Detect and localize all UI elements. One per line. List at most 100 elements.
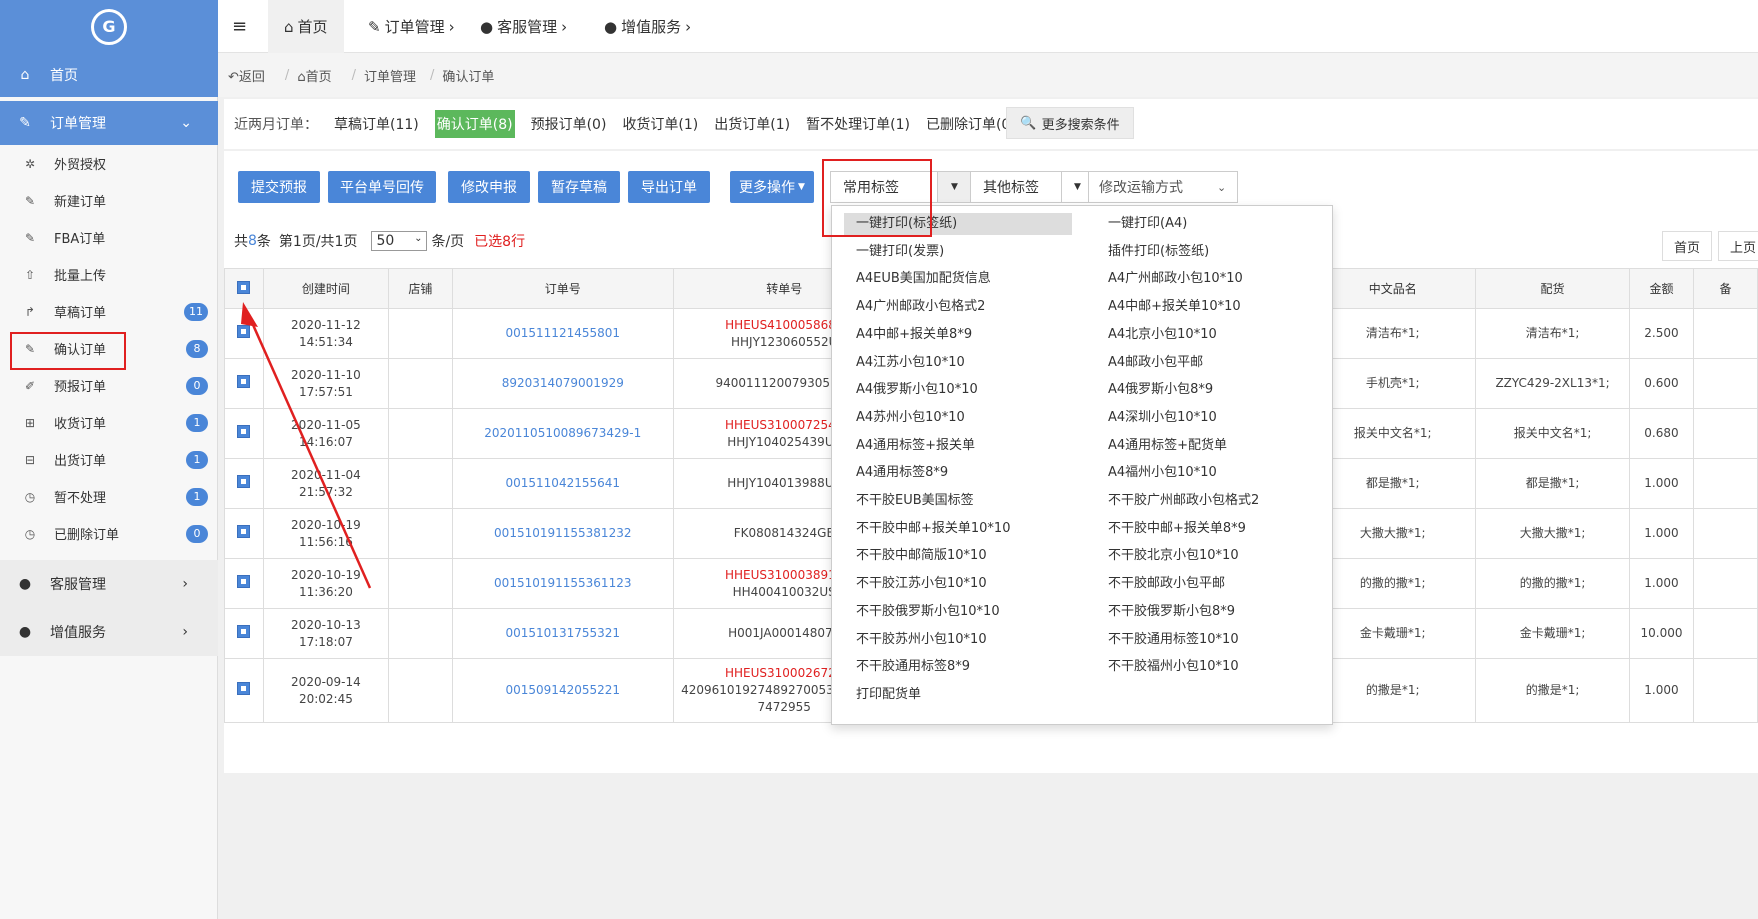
- sidebar-subitem[interactable]: ↱ 草稿订单 11: [0, 293, 218, 330]
- label-menu-item[interactable]: 不干胶广州邮政小包格式2: [1098, 490, 1318, 512]
- label-menu-item[interactable]: A4中邮+报关单8*9: [844, 324, 1064, 346]
- top-tab-orders[interactable]: ✎ 订单管理 ›: [368, 0, 455, 53]
- label-menu-item[interactable]: 不干胶江苏小包10*10: [844, 573, 1064, 595]
- label-menu-item[interactable]: 不干胶苏州小包10*10: [844, 629, 1064, 651]
- label-menu-item[interactable]: A4江苏小包10*10: [844, 352, 1064, 374]
- row-checkbox[interactable]: [237, 324, 251, 338]
- crumb-orders[interactable]: 订单管理: [364, 66, 416, 85]
- filter-shipped[interactable]: 出货订单(1): [714, 114, 790, 134]
- checkbox-cell[interactable]: [224, 458, 264, 509]
- checkbox-cell[interactable]: [224, 558, 264, 609]
- top-tab-home[interactable]: ⌂ 首页: [268, 0, 344, 53]
- filter-received[interactable]: 收货订单(1): [622, 114, 698, 134]
- select-all-checkbox[interactable]: [237, 280, 251, 294]
- row-checkbox[interactable]: [237, 374, 251, 388]
- row-checkbox[interactable]: [237, 624, 251, 638]
- caret-down-icon[interactable]: ▼: [937, 172, 971, 202]
- sidebar-subitem[interactable]: ⊟ 出货订单 1: [0, 441, 218, 478]
- sidebar-item-order-mgmt[interactable]: ✎ 订单管理 ⌄: [0, 101, 218, 145]
- label-menu-item[interactable]: 不干胶俄罗斯小包10*10: [844, 601, 1064, 623]
- order-link[interactable]: 8920314079001929: [502, 376, 624, 390]
- row-checkbox[interactable]: [237, 524, 251, 538]
- label-menu-item[interactable]: 一键打印(发票): [844, 241, 1064, 263]
- label-menu-item[interactable]: A4广州邮政小包格式2: [844, 296, 1064, 318]
- sidebar-item-value-added[interactable]: ● 增值服务 ›: [0, 608, 218, 656]
- label-menu-item[interactable]: A4通用标签+报关单: [844, 435, 1064, 457]
- sidebar-item-home[interactable]: ⌂ 首页: [0, 53, 218, 97]
- sidebar-item-customer-service[interactable]: ● 客服管理 ›: [0, 560, 218, 608]
- label-menu-item[interactable]: A4俄罗斯小包8*9: [1098, 379, 1318, 401]
- label-menu-item[interactable]: 插件打印(标签纸): [1098, 241, 1318, 263]
- top-tab-service[interactable]: ● 客服管理 ›: [480, 0, 567, 53]
- checkbox-cell[interactable]: [224, 508, 264, 559]
- label-menu-item[interactable]: 不干胶中邮简版10*10: [844, 545, 1064, 567]
- more-actions-button[interactable]: 更多操作 ▼: [730, 171, 814, 203]
- label-menu-item[interactable]: 不干胶俄罗斯小包8*9: [1098, 601, 1318, 623]
- submit-forecast-button[interactable]: 提交预报: [238, 171, 320, 203]
- label-menu-item[interactable]: 不干胶通用标签10*10: [1098, 629, 1318, 651]
- per-page-select[interactable]: 50 ⌄: [371, 231, 428, 251]
- filter-hold[interactable]: 暂不处理订单(1): [806, 114, 910, 134]
- select-all-cell[interactable]: [224, 268, 264, 309]
- row-checkbox[interactable]: [237, 424, 251, 438]
- label-menu-item[interactable]: 不干胶EUB美国标签: [844, 490, 1064, 512]
- export-orders-button[interactable]: 导出订单: [628, 171, 710, 203]
- sidebar-subitem[interactable]: ✎ 新建订单: [0, 182, 218, 219]
- order-link[interactable]: 2020110510089673429-1: [484, 426, 641, 440]
- checkbox-cell[interactable]: [224, 408, 264, 459]
- label-menu-item[interactable]: A4通用标签8*9: [844, 462, 1064, 484]
- sidebar-subitem[interactable]: ✎ FBA订单: [0, 219, 218, 256]
- menu-toggle-icon[interactable]: ≡: [232, 0, 247, 53]
- order-link[interactable]: 001511121455801: [506, 326, 621, 340]
- label-menu-item[interactable]: 不干胶北京小包10*10: [1098, 545, 1318, 567]
- filter-draft[interactable]: 草稿订单(11): [334, 114, 419, 134]
- crumb-home[interactable]: ⌂首页: [297, 66, 337, 85]
- filter-forecast[interactable]: 预报订单(0): [531, 114, 607, 134]
- first-page-button[interactable]: 首页: [1662, 231, 1712, 261]
- label-menu-item[interactable]: A4俄罗斯小包10*10: [844, 379, 1064, 401]
- other-label-dropdown[interactable]: 其他标签 ▼: [970, 171, 1094, 203]
- more-search-button[interactable]: 🔍 更多搜索条件: [1006, 107, 1134, 139]
- logo-icon[interactable]: G: [91, 8, 127, 45]
- label-menu-item[interactable]: 不干胶通用标签8*9: [844, 656, 1064, 678]
- label-menu-item[interactable]: A4北京小包10*10: [1098, 324, 1318, 346]
- order-link[interactable]: 001510131755321: [506, 626, 621, 640]
- checkbox-cell[interactable]: [224, 308, 264, 359]
- order-link[interactable]: 001510191155361123: [494, 576, 631, 590]
- sidebar-subitem[interactable]: ◷ 暂不处理 1: [0, 478, 218, 515]
- platform-return-button[interactable]: 平台单号回传: [328, 171, 436, 203]
- label-menu-item[interactable]: A4苏州小包10*10: [844, 407, 1064, 429]
- sidebar-subitem[interactable]: ⊞ 收货订单 1: [0, 404, 218, 441]
- prev-page-button[interactable]: 上页: [1718, 231, 1758, 261]
- label-menu-item[interactable]: 打印配货单: [844, 684, 1064, 706]
- label-menu-item[interactable]: A4福州小包10*10: [1098, 462, 1318, 484]
- label-menu-item[interactable]: A4邮政小包平邮: [1098, 352, 1318, 374]
- label-menu-item[interactable]: A4通用标签+配货单: [1098, 435, 1318, 457]
- order-link[interactable]: 001511042155641: [506, 476, 621, 490]
- edit-declaration-button[interactable]: 修改申报: [448, 171, 530, 203]
- order-link[interactable]: 001510191155381232: [494, 526, 631, 540]
- label-menu-item[interactable]: 不干胶邮政小包平邮: [1098, 573, 1318, 595]
- sidebar-subitem[interactable]: ✐ 预报订单 0: [0, 367, 218, 404]
- label-menu-item[interactable]: 不干胶中邮+报关单8*9: [1098, 518, 1318, 540]
- checkbox-cell[interactable]: [224, 608, 264, 659]
- checkbox-cell[interactable]: [224, 658, 264, 723]
- top-tab-value[interactable]: ● 增值服务 ›: [604, 0, 691, 53]
- row-checkbox[interactable]: [237, 681, 251, 695]
- filter-confirmed[interactable]: 确认订单(8): [434, 110, 515, 138]
- save-draft-button[interactable]: 暂存草稿: [538, 171, 620, 203]
- filter-deleted[interactable]: 已删除订单(0): [926, 114, 1016, 134]
- row-checkbox[interactable]: [237, 574, 251, 588]
- label-menu-item[interactable]: A4EUB美国加配货信息: [844, 268, 1064, 290]
- label-menu-item[interactable]: A4中邮+报关单10*10: [1098, 296, 1318, 318]
- order-link[interactable]: 001509142055221: [506, 683, 621, 697]
- row-checkbox[interactable]: [237, 474, 251, 488]
- checkbox-cell[interactable]: [224, 358, 264, 409]
- label-menu-item[interactable]: 不干胶福州小包10*10: [1098, 656, 1318, 678]
- label-menu-item[interactable]: A4深圳小包10*10: [1098, 407, 1318, 429]
- back-link[interactable]: ↶返回: [228, 66, 271, 85]
- label-menu-item[interactable]: A4广州邮政小包10*10: [1098, 268, 1318, 290]
- label-menu-item[interactable]: 一键打印(A4): [1098, 213, 1318, 235]
- label-menu-item[interactable]: 不干胶中邮+报关单10*10: [844, 518, 1064, 540]
- sidebar-subitem[interactable]: ⇧ 批量上传: [0, 256, 218, 293]
